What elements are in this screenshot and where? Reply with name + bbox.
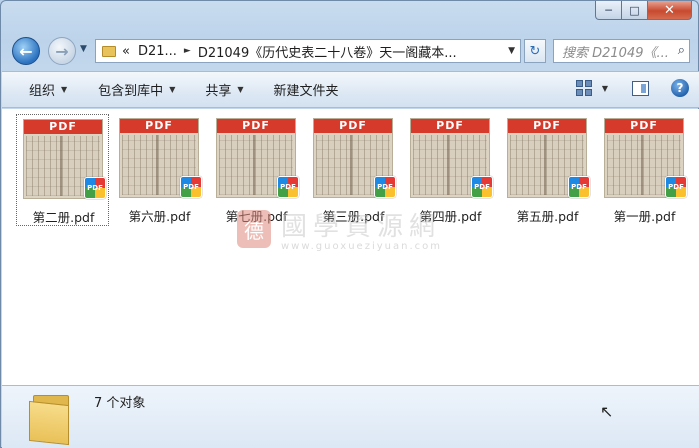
minimize-button[interactable]: ─ [595, 1, 622, 20]
breadcrumb-chevron-icon[interactable]: ► [184, 46, 191, 56]
pdf-band-label: PDF [508, 119, 586, 133]
include-in-library-menu[interactable]: 包含到库中 ▼ [98, 80, 175, 99]
file-name[interactable]: 第一册.pdf [598, 206, 691, 225]
breadcrumb-item-parent[interactable]: D21... [138, 44, 177, 59]
pdf-app-icon: PDF [277, 176, 299, 198]
file-item[interactable]: PDF PDF 第六册.pdf [113, 114, 206, 226]
file-name[interactable]: 第六册.pdf [113, 206, 206, 225]
toolbar-right-group: ▼ ? [575, 79, 689, 97]
file-name[interactable]: 第五册.pdf [501, 206, 594, 225]
pdf-band-label: PDF [411, 119, 489, 133]
pdf-app-icon: PDF [471, 176, 493, 198]
share-menu[interactable]: 共享 ▼ [205, 80, 243, 99]
watermark-title: 國學資源網 [281, 212, 442, 242]
change-view-icon[interactable] [575, 80, 592, 96]
include-library-label: 包含到库中 [98, 84, 164, 99]
details-pane: 7 个对象 ↖ [2, 385, 699, 448]
pdf-app-icon: PDF [568, 176, 590, 198]
search-placeholder: 搜索 D21049《... [562, 45, 669, 61]
folder-icon [102, 45, 116, 57]
search-icon[interactable]: ⌕ [678, 43, 685, 58]
file-name[interactable]: 第二册.pdf [17, 207, 110, 226]
preview-pane-icon[interactable] [632, 80, 649, 96]
help-icon[interactable]: ? [671, 79, 689, 97]
organize-menu[interactable]: 组织 ▼ [29, 80, 67, 99]
search-input[interactable]: 搜索 D21049《... ⌕ [553, 39, 690, 63]
address-bar[interactable]: « D21... ► D21049《历代史表二十八卷》天一阁藏本... ▼ [95, 39, 521, 63]
pdf-app-icon: PDF [665, 176, 687, 198]
new-folder-label: 新建文件夹 [273, 84, 339, 99]
command-toolbar: 组织 ▼ 包含到库中 ▼ 共享 ▼ 新建文件夹 ▼ ? [2, 71, 699, 108]
new-folder-button[interactable]: 新建文件夹 [274, 80, 339, 99]
pdf-app-icon: PDF [180, 176, 202, 198]
navigation-bar: ← → ▼ « D21... ► D21049《历代史表二十八卷》天一阁藏本..… [1, 34, 699, 68]
maximize-button[interactable]: □ [622, 1, 648, 20]
watermark-seal: 德 [237, 210, 271, 248]
file-list[interactable]: PDF PDF 第二册.pdf PDF PDF 第六册.pdf PDF PDF … [2, 109, 699, 385]
pdf-band-label: PDF [24, 120, 102, 134]
chevron-down-icon: ▼ [237, 85, 244, 94]
forward-button[interactable]: → [48, 37, 76, 65]
file-item[interactable]: PDF PDF 第五册.pdf [501, 114, 594, 226]
pdf-app-icon: PDF [374, 176, 396, 198]
close-button[interactable]: ✕ [648, 1, 692, 20]
refresh-button[interactable]: ↻ [524, 39, 546, 63]
pdf-band-label: PDF [314, 119, 392, 133]
caption-buttons: ─ □ ✕ [595, 1, 692, 20]
breadcrumb-item-current[interactable]: D21049《历代史表二十八卷》天一阁藏本... [198, 42, 457, 61]
pdf-band-label: PDF [217, 119, 295, 133]
file-item[interactable]: PDF PDF 第二册.pdf [16, 114, 109, 226]
organize-label: 组织 [29, 84, 56, 99]
chevron-down-icon: ▼ [169, 85, 176, 94]
file-item[interactable]: PDF PDF 第一册.pdf [598, 114, 691, 226]
explorer-window: ─ □ ✕ ← → ▼ « D21... ► D21049《历代史表二十八卷》天… [0, 0, 699, 448]
watermark-url: www.guoxueziyuan.com [281, 241, 442, 252]
pdf-band-label: PDF [120, 119, 198, 133]
share-label: 共享 [205, 84, 232, 99]
mouse-cursor-icon: ↖ [600, 402, 614, 421]
pdf-app-icon: PDF [84, 177, 106, 199]
view-options-dropdown-icon[interactable]: ▼ [602, 84, 608, 93]
breadcrumb-overflow[interactable]: « [122, 44, 130, 59]
history-dropdown-icon[interactable]: ▼ [80, 44, 87, 54]
item-count: 7 个对象 [94, 396, 146, 411]
pdf-band-label: PDF [605, 119, 683, 133]
folder-icon [29, 391, 75, 446]
watermark-text: 國學資源網 www.guoxueziyuan.com [281, 206, 442, 252]
watermark-logo: 德 國學資源網 www.guoxueziyuan.com [237, 206, 442, 252]
back-button[interactable]: ← [12, 37, 40, 65]
chevron-down-icon: ▼ [61, 85, 68, 94]
address-dropdown-icon[interactable]: ▼ [508, 46, 515, 56]
